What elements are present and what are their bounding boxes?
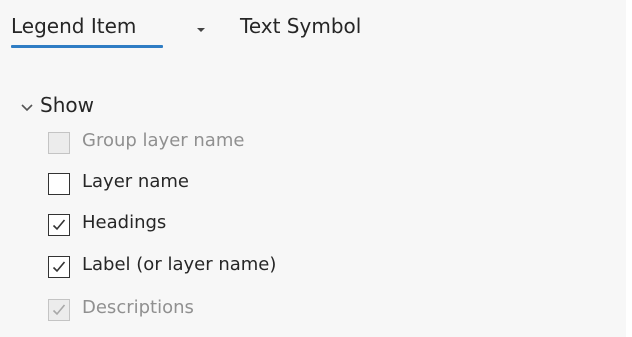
tab-legend-item[interactable]: Legend Item (11, 14, 163, 48)
caret-down-icon[interactable] (191, 19, 211, 39)
layer-name-label: Layer name (82, 171, 189, 192)
checkbox-box (48, 299, 70, 321)
checkmark-icon (52, 219, 66, 231)
group-layer-name-label: Group layer name (82, 130, 245, 151)
tab-legend-item-label: Legend Item (11, 14, 137, 38)
checkbox-box (48, 132, 70, 154)
legend-properties-panel: Legend Item Text Symbol Show Group layer… (0, 0, 626, 337)
active-tab-indicator (11, 45, 163, 48)
tab-text-symbol[interactable]: Text Symbol (240, 14, 361, 38)
checkbox-box (48, 214, 70, 236)
checkmark-icon (52, 304, 66, 316)
chevron-down-icon (20, 99, 34, 112)
label-or-layer-name-label: Label (or layer name) (82, 254, 277, 275)
tab-text-symbol-label: Text Symbol (240, 14, 362, 38)
descriptions-label: Descriptions (82, 297, 194, 318)
headings-label: Headings (82, 212, 167, 233)
show-section-label: Show (40, 93, 94, 117)
checkbox-box (48, 173, 70, 195)
checkbox-box (48, 256, 70, 278)
checkmark-icon (52, 261, 66, 273)
